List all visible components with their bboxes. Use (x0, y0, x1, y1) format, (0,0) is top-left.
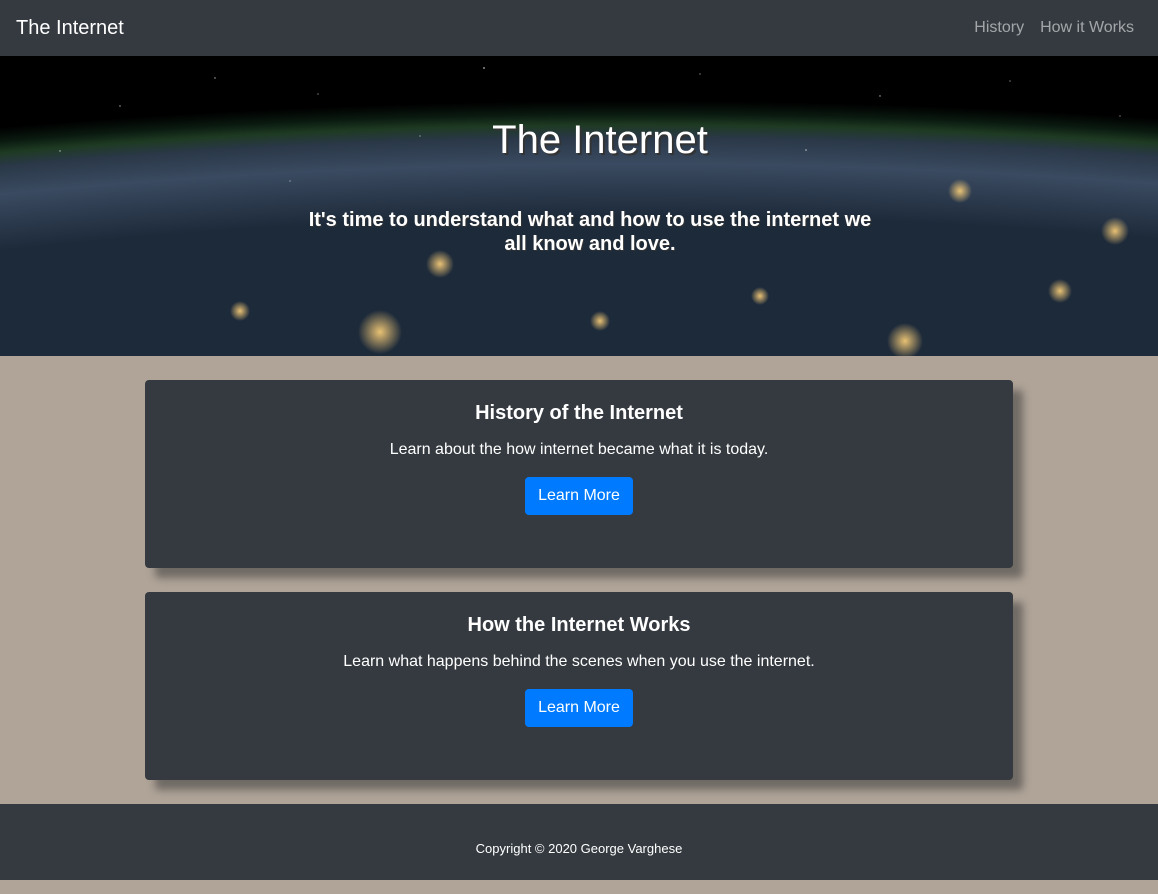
nav-link-history[interactable]: History (974, 19, 1024, 37)
earth-at-night-image (0, 56, 1158, 356)
copyright-text: Copyright © 2020 George Varghese (475, 841, 683, 856)
brand-link[interactable]: The Internet (16, 17, 124, 40)
card-text: Learn about the how internet became what… (389, 441, 769, 458)
history-card: History of the Internet Learn about the … (145, 380, 1013, 568)
hero-banner: The Internet It's time to understand wha… (0, 56, 1158, 356)
nav-link-how-it-works[interactable]: How it Works (1040, 19, 1134, 37)
card-text: Learn what happens behind the scenes whe… (343, 653, 815, 670)
how-it-works-card: How the Internet Works Learn what happen… (145, 592, 1013, 780)
hero-subtitle: It's time to understand what and how to … (308, 209, 872, 255)
nav-links: History How it Works (974, 19, 1142, 37)
hero-title: The Internet (492, 118, 708, 162)
learn-more-history-button[interactable]: Learn More (525, 477, 633, 515)
footer: Copyright © 2020 George Varghese (0, 804, 1158, 880)
card-title: How the Internet Works (467, 614, 691, 636)
learn-more-how-it-works-button[interactable]: Learn More (525, 689, 633, 727)
card-title: History of the Internet (475, 402, 683, 424)
navbar: The Internet History How it Works (0, 0, 1158, 56)
